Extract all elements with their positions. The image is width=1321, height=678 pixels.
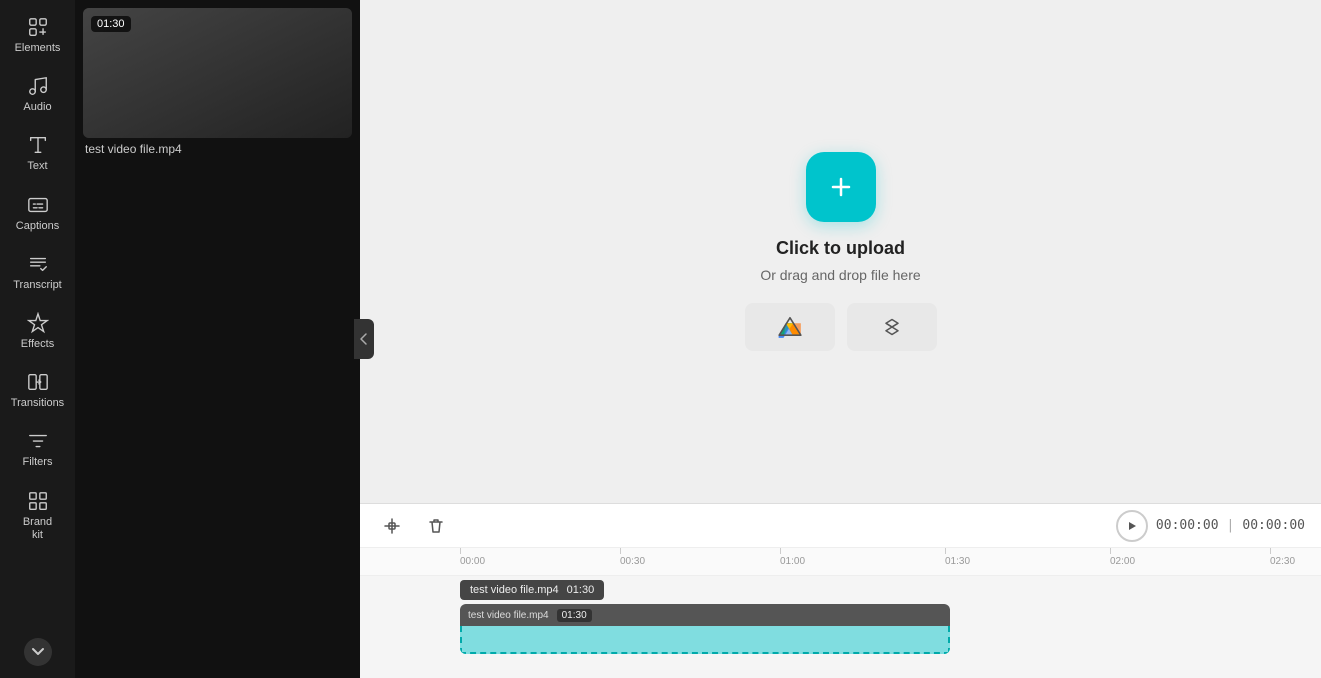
ruler-mark-0200: 02:00 — [1110, 548, 1135, 567]
sidebar-item-text[interactable]: Text — [4, 126, 72, 181]
chevron-down-icon — [31, 645, 45, 659]
ruler-mark-0130: 01:30 — [945, 548, 970, 567]
upload-subtitle: Or drag and drop file here — [760, 267, 920, 283]
sidebar-item-elements[interactable]: Elements — [4, 8, 72, 63]
clip-tooltip: test video file.mp4 01:30 — [460, 580, 604, 600]
clip-label-bar: test video file.mp4 01:30 — [460, 604, 950, 626]
sidebar-item-effects[interactable]: Effects — [4, 304, 72, 359]
dropbox-button[interactable] — [847, 303, 937, 351]
media-duration: 01:30 — [91, 16, 131, 32]
sidebar-item-label-effects: Effects — [21, 338, 54, 351]
upload-area: Click to upload Or drag and drop file he… — [360, 0, 1321, 503]
sidebar-item-brand[interactable]: Brandkit — [4, 482, 72, 550]
sidebar-item-label-brand: Brandkit — [23, 516, 52, 542]
timeline-tracks: test video file.mp4 01:30 test video fil… — [360, 576, 1321, 678]
filters-icon — [27, 430, 49, 452]
clip-tooltip-duration: 01:30 — [567, 584, 595, 596]
audio-icon — [27, 75, 49, 97]
captions-icon — [27, 194, 49, 216]
sidebar-item-captions[interactable]: Captions — [4, 186, 72, 241]
clip-duration: 01:30 — [557, 609, 592, 622]
track-clip[interactable]: test video file.mp4 01:30 — [460, 604, 950, 654]
effects-icon — [27, 312, 49, 334]
sidebar-item-label-transitions: Transitions — [11, 397, 64, 410]
sidebar-item-label-transcript: Transcript — [13, 279, 62, 292]
clip-body — [460, 626, 950, 654]
google-drive-button[interactable] — [745, 303, 835, 351]
sidebar-item-label-audio: Audio — [23, 101, 51, 114]
upload-button[interactable] — [806, 152, 876, 222]
clip-filename: test video file.mp4 — [468, 610, 549, 621]
sidebar: Elements Audio Text Captions Transcript — [0, 0, 75, 678]
ruler-mark-0230: 02:30 — [1270, 548, 1295, 567]
trash-icon — [427, 517, 445, 535]
media-item[interactable]: 01:30 test video file.mp4 — [83, 8, 352, 160]
collapse-arrow-icon — [359, 332, 369, 346]
main-area: Click to upload Or drag and drop file he… — [360, 0, 1321, 678]
current-time: 00:00:00 — [1156, 518, 1219, 533]
time-separator: | — [1227, 518, 1235, 533]
upload-title: Click to upload — [776, 238, 905, 259]
sidebar-item-label-captions: Captions — [16, 220, 59, 233]
plus-icon — [825, 171, 857, 203]
sidebar-item-transcript[interactable]: Transcript — [4, 245, 72, 300]
ruler-mark-0100: 01:00 — [780, 548, 805, 567]
sidebar-item-label-filters: Filters — [23, 456, 53, 469]
media-thumbnail: 01:30 — [83, 8, 352, 138]
delete-tool-button[interactable] — [420, 510, 452, 542]
trim-icon — [383, 517, 401, 535]
total-time: 00:00:00 — [1242, 518, 1305, 533]
timeline-time-display: 00:00:00 | 00:00:00 — [1116, 510, 1305, 542]
elements-icon — [27, 16, 49, 38]
text-icon — [27, 134, 49, 156]
clip-tooltip-filename: test video file.mp4 — [470, 584, 559, 596]
media-filename: test video file.mp4 — [83, 138, 352, 160]
sidebar-item-transitions[interactable]: Transitions — [4, 363, 72, 418]
cloud-upload-buttons — [745, 303, 937, 351]
brand-icon — [27, 490, 49, 512]
sidebar-item-filters[interactable]: Filters — [4, 422, 72, 477]
timeline-area: 00:00:00 | 00:00:00 00:00 00:30 01:00 01… — [360, 503, 1321, 678]
sidebar-item-label-elements: Elements — [15, 42, 61, 55]
google-drive-icon — [777, 315, 803, 339]
timeline-toolbar: 00:00:00 | 00:00:00 — [360, 504, 1321, 548]
sidebar-item-label-text: Text — [27, 160, 47, 173]
timeline-ruler: 00:00 00:30 01:00 01:30 02:00 02:30 — [360, 548, 1321, 576]
transcript-icon — [27, 253, 49, 275]
timeline-play-button[interactable] — [1116, 510, 1148, 542]
transitions-icon — [27, 371, 49, 393]
sidebar-collapse-btn[interactable] — [24, 638, 52, 666]
trim-tool-button[interactable] — [376, 510, 408, 542]
sidebar-item-audio[interactable]: Audio — [4, 67, 72, 122]
ruler-mark-0000: 00:00 — [460, 548, 485, 567]
ruler-track: 00:00 00:30 01:00 01:30 02:00 02:30 — [360, 548, 1321, 571]
play-icon — [1126, 520, 1138, 532]
media-panel: 01:30 test video file.mp4 — [75, 0, 360, 678]
dropbox-icon — [879, 315, 905, 339]
panel-collapse-handle[interactable] — [354, 319, 374, 359]
ruler-mark-0030: 00:30 — [620, 548, 645, 567]
